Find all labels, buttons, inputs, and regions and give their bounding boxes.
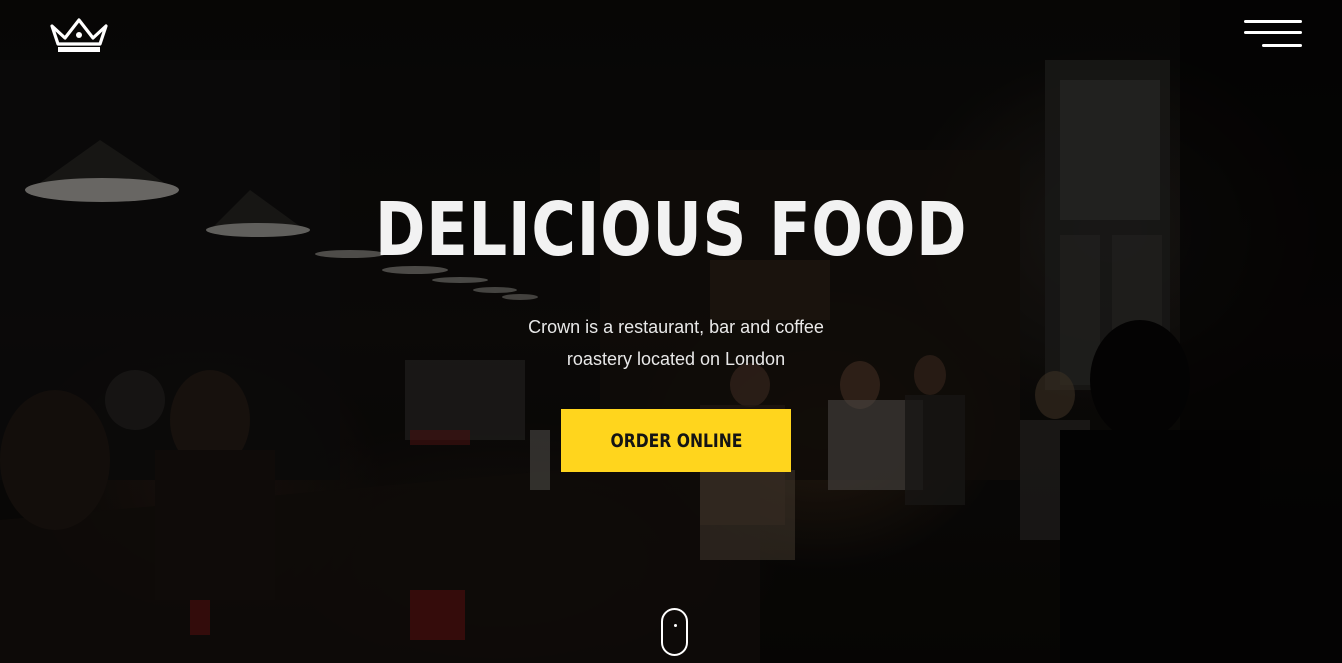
scroll-wheel-dot — [674, 624, 677, 627]
hero-title: DELICIOUS FOOD — [375, 187, 968, 273]
menu-line-bottom — [1262, 44, 1302, 47]
order-online-button[interactable]: ORDER ONLINE — [561, 409, 791, 472]
crown-logo-icon[interactable] — [50, 18, 108, 54]
hero-section: DELICIOUS FOOD Crown is a restaurant, ba… — [0, 0, 1342, 663]
menu-line-top — [1244, 20, 1302, 23]
hero-subtitle-line-1: Crown is a restaurant, bar and coffee — [528, 317, 824, 337]
menu-line-middle — [1244, 31, 1302, 34]
order-online-button-label: ORDER ONLINE — [610, 429, 742, 452]
mouse-scroll-icon[interactable] — [661, 608, 688, 656]
hamburger-menu-icon[interactable] — [1240, 18, 1302, 52]
hero-subtitle-line-2: roastery located on London — [566, 349, 786, 369]
hero-subtitle: Crown is a restaurant, bar and coffee ro… — [471, 311, 881, 375]
